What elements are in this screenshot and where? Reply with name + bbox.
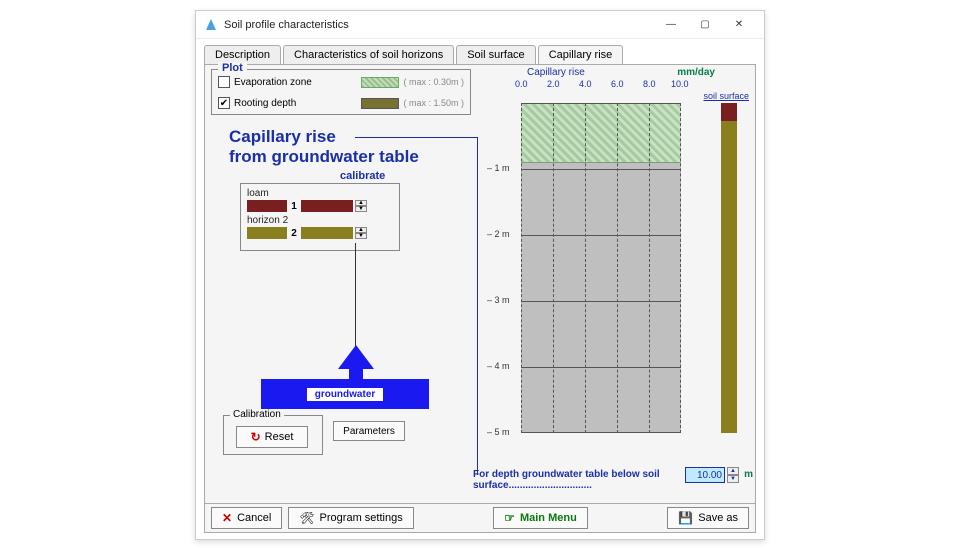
layer1-number: 1 — [289, 201, 299, 212]
xtick-0: 0.0 — [515, 79, 528, 89]
heading-line2: from groundwater table — [229, 147, 419, 166]
titlebar: Soil profile characteristics — ▢ ✕ — [196, 11, 764, 39]
xtick-4: 4.0 — [579, 79, 592, 89]
rooting-checkbox[interactable]: ✔ — [218, 97, 230, 109]
parameters-label: Parameters — [343, 426, 395, 437]
groundwater-box: groundwater — [261, 379, 429, 409]
chart-area: Capillary rise mm/day soil surface 0.0 2… — [485, 67, 755, 467]
cancel-icon: ✕ — [222, 511, 232, 525]
reset-label: Reset — [265, 431, 294, 443]
program-settings-label: Program settings — [320, 512, 403, 524]
layer1-bar-left — [247, 200, 287, 212]
save-icon: 💾 — [678, 511, 693, 525]
xtick-6: 6.0 — [611, 79, 624, 89]
main-menu-icon: ☞ — [504, 511, 515, 525]
calibrate-label: calibrate — [340, 170, 385, 182]
chart-xlabel: Capillary rise — [527, 67, 585, 78]
ytick-4: – 4 m — [487, 361, 510, 371]
capillary-arrow-icon — [338, 345, 374, 369]
depth-label: For depth groundwater table below soil s… — [473, 469, 660, 491]
ytick-1: – 1 m — [487, 163, 510, 173]
groundwater-label: groundwater — [307, 388, 384, 401]
depth-unit: m — [744, 469, 753, 480]
layer1-row: 1 ▲▼ — [247, 200, 393, 212]
layer1-spinner[interactable]: ▲▼ — [355, 200, 367, 212]
tab-content: Plot Evaporation zone ( max : 0.30m ) ✔ … — [204, 64, 756, 510]
layer2-bar-left — [247, 227, 287, 239]
ytick-3: – 3 m — [487, 295, 510, 305]
close-button[interactable]: ✕ — [722, 14, 756, 36]
window-title: Soil profile characteristics — [224, 19, 654, 31]
layer2-row: 2 ▲▼ — [247, 227, 393, 239]
depth-input[interactable] — [685, 467, 725, 483]
layer2-bar-right — [301, 227, 353, 239]
maximize-button[interactable]: ▢ — [688, 14, 722, 36]
rooting-swatch — [361, 98, 399, 109]
evaporation-max: ( max : 0.30m ) — [403, 77, 464, 87]
rooting-max: ( max : 1.50m ) — [403, 98, 464, 108]
main-menu-label: Main Menu — [520, 512, 577, 524]
soil-column-loam — [721, 103, 737, 121]
section-heading: Capillary rise from groundwater table — [229, 127, 419, 166]
heading-line1: Capillary rise — [229, 127, 336, 146]
heading-connector-v — [477, 137, 478, 475]
app-window: Soil profile characteristics — ▢ ✕ Descr… — [195, 10, 765, 540]
chart-plot — [521, 103, 681, 433]
soil-surface-label: soil surface — [703, 91, 749, 101]
depth-row: For depth groundwater table below soil s… — [473, 469, 755, 491]
calibration-legend: Calibration — [230, 409, 284, 420]
tab-capillary-rise[interactable]: Capillary rise — [538, 45, 624, 64]
layer2-number: 2 — [289, 228, 299, 239]
chart-unit: mm/day — [677, 67, 715, 78]
save-as-label: Save as — [698, 512, 738, 524]
soil-layers-panel: loam 1 ▲▼ horizon 2 2 ▲▼ — [240, 183, 400, 251]
arrow-stem-line — [355, 243, 356, 347]
main-menu-button[interactable]: ☞ Main Menu — [493, 507, 588, 529]
evaporation-label: Evaporation zone — [234, 77, 312, 88]
chart-grey-zone — [521, 163, 681, 433]
plot-legend: Plot — [218, 62, 247, 74]
ytick-2: – 2 m — [487, 229, 510, 239]
plot-group: Plot Evaporation zone ( max : 0.30m ) ✔ … — [211, 69, 471, 115]
rooting-label: Rooting depth — [234, 98, 296, 109]
capillary-arrow-stem — [349, 367, 363, 379]
tab-bar: Description Characteristics of soil hori… — [204, 45, 756, 64]
program-settings-button[interactable]: 🛠 Program settings — [288, 507, 413, 529]
layer2-spinner[interactable]: ▲▼ — [355, 227, 367, 239]
ytick-5: – 5 m — [487, 427, 510, 437]
evaporation-swatch — [361, 77, 399, 88]
minimize-button[interactable]: — — [654, 14, 688, 36]
button-bar: ✕ Cancel 🛠 Program settings ☞ Main Menu … — [204, 503, 756, 533]
layer1-name: loam — [247, 188, 393, 199]
xtick-10: 10.0 — [671, 79, 689, 89]
evaporation-checkbox[interactable] — [218, 76, 230, 88]
tab-soil-surface[interactable]: Soil surface — [456, 45, 535, 64]
app-icon — [204, 18, 218, 32]
tab-characteristics[interactable]: Characteristics of soil horizons — [283, 45, 454, 64]
reset-icon: ↻ — [251, 430, 261, 444]
depth-spinner[interactable]: ▲▼ — [727, 467, 739, 483]
soil-column — [721, 103, 737, 433]
save-as-button[interactable]: 💾 Save as — [667, 507, 749, 529]
layer2-name: horizon 2 — [247, 215, 393, 226]
chart-green-zone — [521, 103, 681, 163]
xtick-2: 2.0 — [547, 79, 560, 89]
cancel-button[interactable]: ✕ Cancel — [211, 507, 282, 529]
xtick-8: 8.0 — [643, 79, 656, 89]
parameters-button[interactable]: Parameters — [333, 421, 405, 441]
heading-connector — [355, 137, 477, 138]
cancel-label: Cancel — [237, 512, 271, 524]
calibration-group: Calibration ↻ Reset — [223, 415, 323, 455]
reset-button[interactable]: ↻ Reset — [236, 426, 308, 448]
settings-icon: 🛠 — [299, 511, 314, 525]
layer1-bar-right — [301, 200, 353, 212]
